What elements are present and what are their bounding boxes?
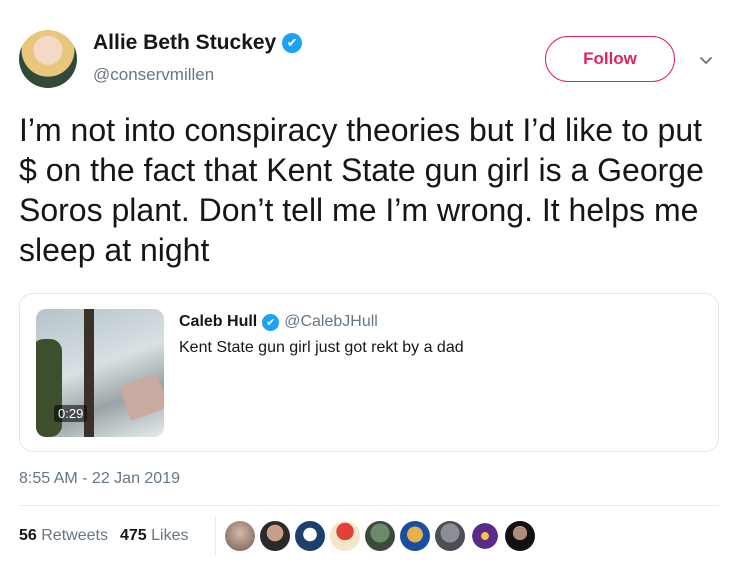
author-name[interactable]: Allie Beth Stuckey — [93, 31, 276, 55]
quoted-header: Caleb Hull ✔ @CalebJHull — [179, 313, 378, 331]
liker-avatar[interactable] — [295, 521, 325, 551]
quoted-author-name[interactable]: Caleb Hull — [179, 313, 257, 331]
quoted-author-handle[interactable]: @CalebJHull — [284, 313, 378, 331]
tweet-stats: 56 Retweets 475 Likes — [19, 527, 188, 545]
author-handle[interactable]: @conservmillen — [93, 65, 214, 85]
liker-avatar[interactable] — [225, 521, 255, 551]
video-duration-badge: 0:29 — [54, 405, 88, 422]
liker-avatar[interactable] — [470, 521, 500, 551]
liker-avatar[interactable] — [400, 521, 430, 551]
quoted-tweet[interactable]: 0:29 Caleb Hull ✔ @CalebJHull Kent State… — [19, 293, 719, 452]
quoted-text: Kent State gun girl just got rekt by a d… — [179, 339, 464, 356]
stats-separator — [215, 516, 216, 556]
thumbnail-object — [119, 373, 164, 421]
liker-avatar[interactable] — [435, 521, 465, 551]
tweet-timestamp[interactable]: 8:55 AM - 22 Jan 2019 — [19, 470, 180, 488]
thumbnail-person — [36, 339, 62, 437]
author-name-row: Allie Beth Stuckey ✔ — [93, 31, 303, 55]
retweets-stat[interactable]: 56 Retweets — [19, 527, 108, 545]
follow-button[interactable]: Follow — [545, 36, 675, 82]
liker-avatar[interactable] — [505, 521, 535, 551]
liker-avatars — [225, 521, 535, 551]
likes-label: Likes — [151, 527, 189, 544]
divider — [19, 505, 719, 506]
liker-avatar[interactable] — [260, 521, 290, 551]
verified-badge-icon: ✔ — [282, 33, 303, 53]
author-avatar[interactable] — [19, 30, 77, 88]
retweets-count: 56 — [19, 527, 37, 544]
likes-stat[interactable]: 475 Likes — [120, 527, 189, 545]
quoted-video-thumbnail[interactable]: 0:29 — [36, 309, 164, 437]
tweet-text: I’m not into conspiracy theories but I’d… — [19, 112, 704, 268]
liker-avatar[interactable] — [365, 521, 395, 551]
chevron-down-icon[interactable] — [698, 52, 714, 68]
liker-avatar[interactable] — [330, 521, 360, 551]
quoted-verified-badge-icon: ✔ — [262, 313, 280, 331]
likes-count: 475 — [119, 527, 147, 544]
retweets-label: Retweets — [41, 527, 108, 544]
